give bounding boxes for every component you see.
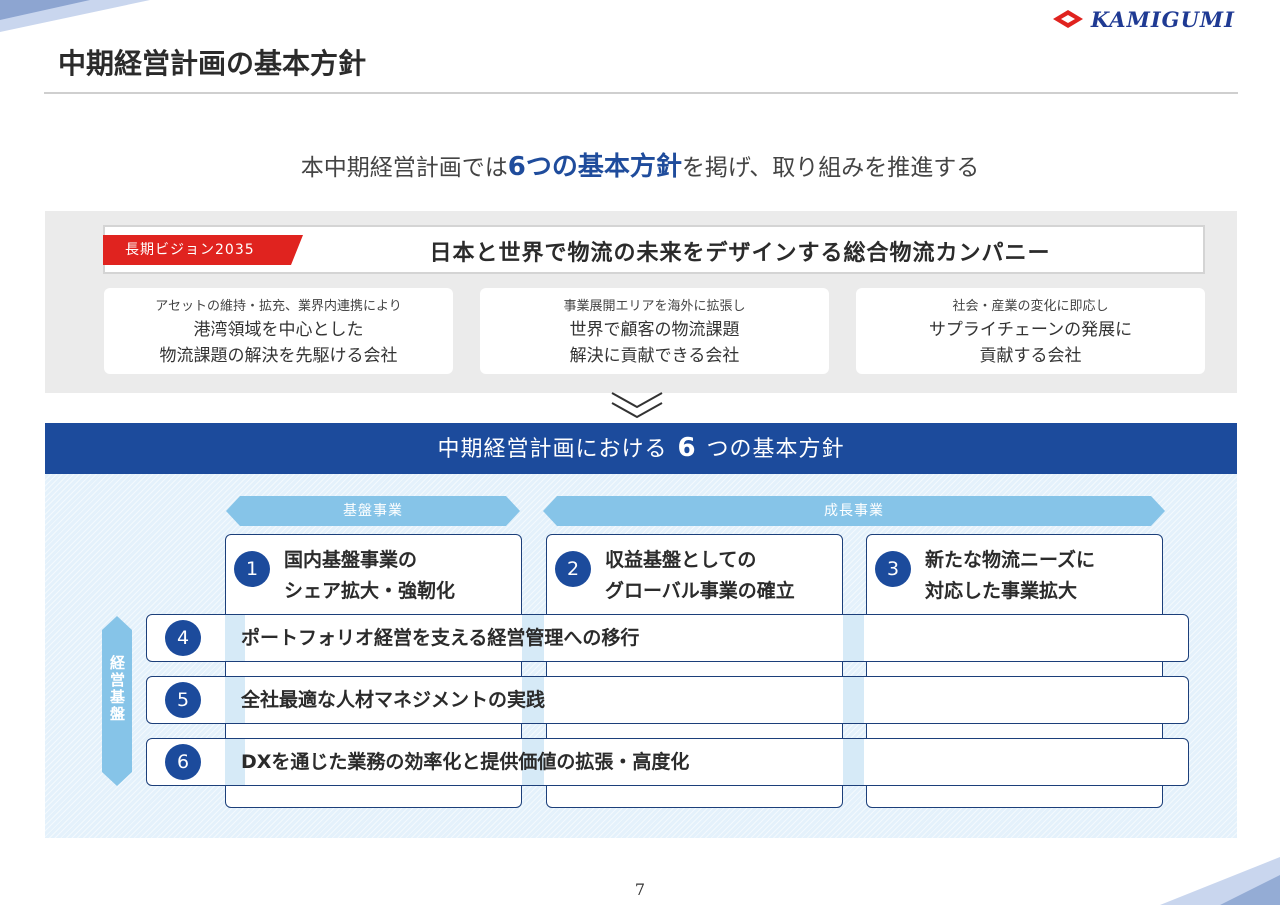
growth-business-header: 成長事業	[543, 496, 1165, 526]
page-number: 7	[634, 880, 646, 899]
column-overlap	[843, 739, 864, 785]
logo-text: KAMIGUMI	[1090, 6, 1235, 32]
vision-card-caption: 事業展開エリアを海外に拡張し	[563, 299, 746, 314]
vision-card-caption: アセットの維持・拡充、業界内連携により	[155, 299, 402, 314]
policy-number: 4	[165, 620, 201, 656]
vision-card-caption: 社会・産業の変化に即応し	[952, 299, 1109, 314]
column-overlap	[843, 677, 864, 723]
policy-row-4: 4 ポートフォリオ経営を支える経営管理への移行	[146, 614, 1189, 662]
lead-after: を掲げ、取り組みを推進する	[681, 155, 980, 181]
vision-statement: 日本と世界で物流の未来をデザインする総合物流カンパニー	[429, 241, 1051, 266]
band-number: 6	[677, 433, 697, 463]
chevron-down-icon	[611, 392, 663, 419]
policy-line: グローバル事業の確立	[605, 580, 795, 602]
policy-line: 対応した事業拡大	[925, 580, 1078, 602]
vision-card-line: 貢献する会社	[979, 346, 1082, 366]
policy-number: 1	[234, 551, 270, 587]
policy-text: 全社最適な人材マネジメントの実践	[241, 689, 546, 711]
policy-number: 5	[165, 682, 201, 718]
logo-mark-icon	[1052, 10, 1083, 28]
policy-text: ポートフォリオ経営を支える経営管理への移行	[241, 627, 640, 649]
vision-card-2: 事業展開エリアを海外に拡張し 世界で顧客の物流課題 解決に貢献できる会社	[480, 288, 829, 374]
policy-text: 新たな物流ニーズに 対応した事業拡大	[925, 545, 1095, 607]
policy-number: 2	[555, 551, 591, 587]
foundation-business-header: 基盤事業	[226, 496, 520, 526]
vision-card-line: 世界で顧客の物流課題	[569, 320, 740, 340]
corner-decoration-top-left	[0, 0, 150, 32]
policy-line: 新たな物流ニーズに	[925, 549, 1096, 571]
page-title: 中期経営計画の基本方針	[58, 47, 367, 80]
policy-line: 収益基盤としての	[605, 549, 757, 571]
vision-card-line: 解決に貢献できる会社	[569, 346, 740, 366]
lead-emphasis: 6つの基本方針	[507, 152, 682, 182]
title-divider	[44, 92, 1238, 94]
policy-text: 国内基盤事業の シェア拡大・強靭化	[284, 545, 455, 607]
vision-card-line: 港湾領域を中心とした	[193, 320, 364, 340]
policy-number: 3	[875, 551, 911, 587]
policy-line: 国内基盤事業の	[284, 549, 418, 571]
policy-row-5: 5 全社最適な人材マネジメントの実践	[146, 676, 1189, 724]
vision-tag: 長期ビジョン2035	[103, 235, 303, 265]
policy-text: 収益基盤としての グローバル事業の確立	[605, 545, 795, 607]
lead-sentence: 本中期経営計画では6つの基本方針を掲げ、取り組みを推進する	[0, 146, 1280, 183]
band-after: つの基本方針	[706, 437, 845, 462]
management-foundation-label: 経営基盤	[108, 655, 126, 723]
policy-row-6: 6 DXを通じた業務の効率化と提供価値の拡張・高度化	[146, 738, 1189, 786]
column-overlap	[843, 615, 864, 661]
policy-band: 中期経営計画における 6 つの基本方針	[45, 423, 1237, 474]
company-logo: KAMIGUMI	[1052, 6, 1235, 32]
vision-card-1: アセットの維持・拡充、業界内連携により 港湾領域を中心とした 物流課題の解決を先…	[104, 288, 453, 374]
policy-text: DXを通じた業務の効率化と提供価値の拡張・高度化	[241, 751, 690, 773]
lead-before: 本中期経営計画では	[300, 155, 508, 181]
vision-card-line: 物流課題の解決を先駆ける会社	[159, 346, 398, 366]
vision-card-line: サプライチェーンの発展に	[928, 320, 1133, 340]
policy-line: シェア拡大・強靭化	[284, 580, 456, 602]
band-before: 中期経営計画における	[437, 437, 668, 462]
vision-card-3: 社会・産業の変化に即応し サプライチェーンの発展に 貢献する会社	[856, 288, 1205, 374]
policy-number: 6	[165, 744, 201, 780]
